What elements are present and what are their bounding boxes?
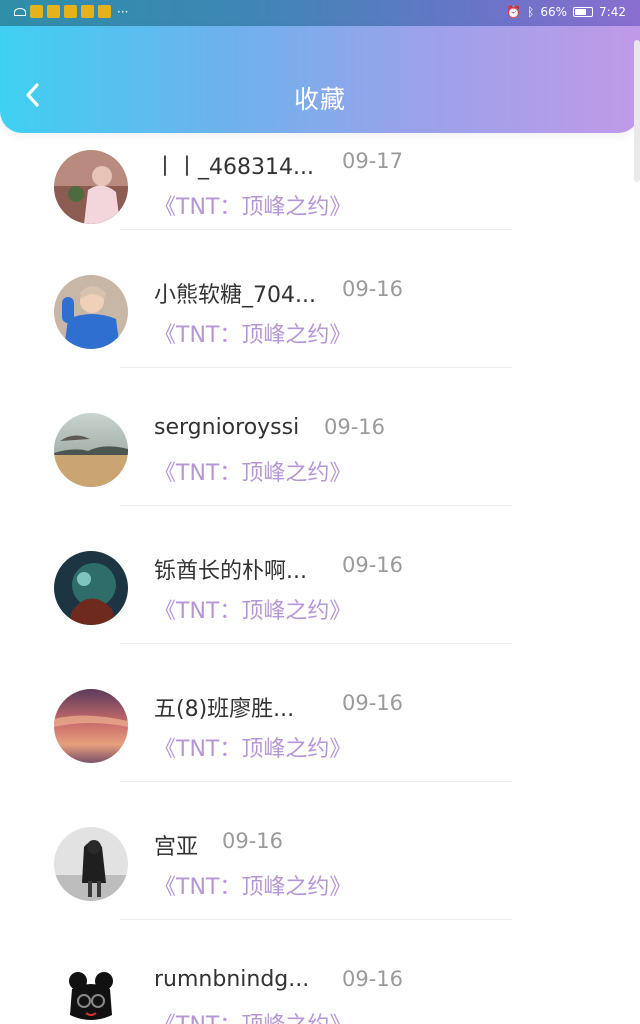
book-title[interactable]: 《TNT：顶峰之约》: [154, 1007, 351, 1024]
list-item[interactable]: 铄酋长的朴啊... 09-16 《TNT：顶峰之约》: [0, 519, 640, 657]
divider: [120, 229, 512, 230]
clock: 7:42: [599, 5, 626, 19]
list-item[interactable]: 宫亚 09-16 《TNT：顶峰之约》: [0, 795, 640, 933]
divider: [120, 643, 512, 644]
book-title[interactable]: 《TNT：顶峰之约》: [154, 317, 351, 349]
avatar[interactable]: [54, 551, 128, 625]
book-title[interactable]: 《TNT：顶峰之约》: [154, 869, 351, 901]
app-header: 收藏: [0, 26, 640, 133]
list-item[interactable]: sergnioroyssi 09-16 《TNT：顶峰之约》: [0, 381, 640, 519]
notification-icons: ···: [14, 5, 128, 18]
avatar[interactable]: [54, 965, 128, 1024]
divider: [120, 505, 512, 506]
book-title[interactable]: 《TNT：顶峰之约》: [154, 189, 351, 221]
date: 09-16: [222, 829, 284, 853]
divider: [120, 781, 512, 782]
list-item[interactable]: rumnbnindg... 09-16 《TNT：顶峰之约》: [0, 933, 640, 1024]
wifi-icon: [14, 7, 26, 16]
list-item[interactable]: 五(8)班廖胜... 09-16 《TNT：顶峰之约》: [0, 657, 640, 795]
date: 09-16: [324, 415, 386, 439]
book-title[interactable]: 《TNT：顶峰之约》: [154, 593, 351, 625]
battery-percent: 66%: [540, 5, 568, 19]
divider: [120, 367, 512, 368]
divider: [120, 919, 512, 920]
date: 09-17: [342, 149, 404, 173]
alarm-icon: ⏰: [506, 5, 522, 19]
book-title[interactable]: 《TNT：顶峰之约》: [154, 731, 351, 763]
avatar[interactable]: [54, 413, 128, 487]
user-name[interactable]: 宫亚: [154, 829, 198, 861]
app-notification-icon: [98, 5, 111, 18]
favorites-list[interactable]: 丨丨_468314... 09-17 《TNT：顶峰之约》 小熊软糖_704..…: [0, 133, 640, 1024]
app-notification-icon: [47, 5, 60, 18]
page-title: 收藏: [293, 85, 346, 114]
system-status: ⏰ ᛒ 66% 7:42: [506, 5, 626, 19]
app-notification-icon: [81, 5, 94, 18]
book-title[interactable]: 《TNT：顶峰之约》: [154, 455, 351, 487]
user-name[interactable]: sergnioroyssi: [154, 415, 299, 440]
avatar[interactable]: [54, 827, 128, 901]
date: 09-16: [342, 277, 404, 301]
battery-icon: [573, 7, 594, 17]
avatar[interactable]: [54, 275, 128, 349]
status-bar: ··· ⏰ ᛒ 66% 7:42: [0, 0, 640, 26]
user-name[interactable]: 丨丨_468314...: [154, 149, 314, 181]
user-name[interactable]: 小熊软糖_704...: [154, 277, 316, 309]
user-name[interactable]: rumnbnindg...: [154, 967, 309, 992]
date: 09-16: [342, 553, 404, 577]
list-item[interactable]: 丨丨_468314... 09-17 《TNT：顶峰之约》: [0, 133, 640, 243]
date: 09-16: [342, 967, 404, 991]
bluetooth-icon: ᛒ: [527, 5, 535, 19]
user-name[interactable]: 五(8)班廖胜...: [154, 691, 294, 723]
user-name[interactable]: 铄酋长的朴啊...: [154, 553, 307, 585]
app-notification-icon: [30, 5, 43, 18]
list-item[interactable]: 小熊软糖_704... 09-16 《TNT：顶峰之约》: [0, 243, 640, 381]
avatar[interactable]: [54, 689, 128, 763]
avatar[interactable]: [54, 150, 128, 224]
more-notifications-icon: ···: [117, 4, 129, 19]
app-notification-icon: [64, 5, 77, 18]
scrollbar[interactable]: [634, 40, 640, 182]
date: 09-16: [342, 691, 404, 715]
